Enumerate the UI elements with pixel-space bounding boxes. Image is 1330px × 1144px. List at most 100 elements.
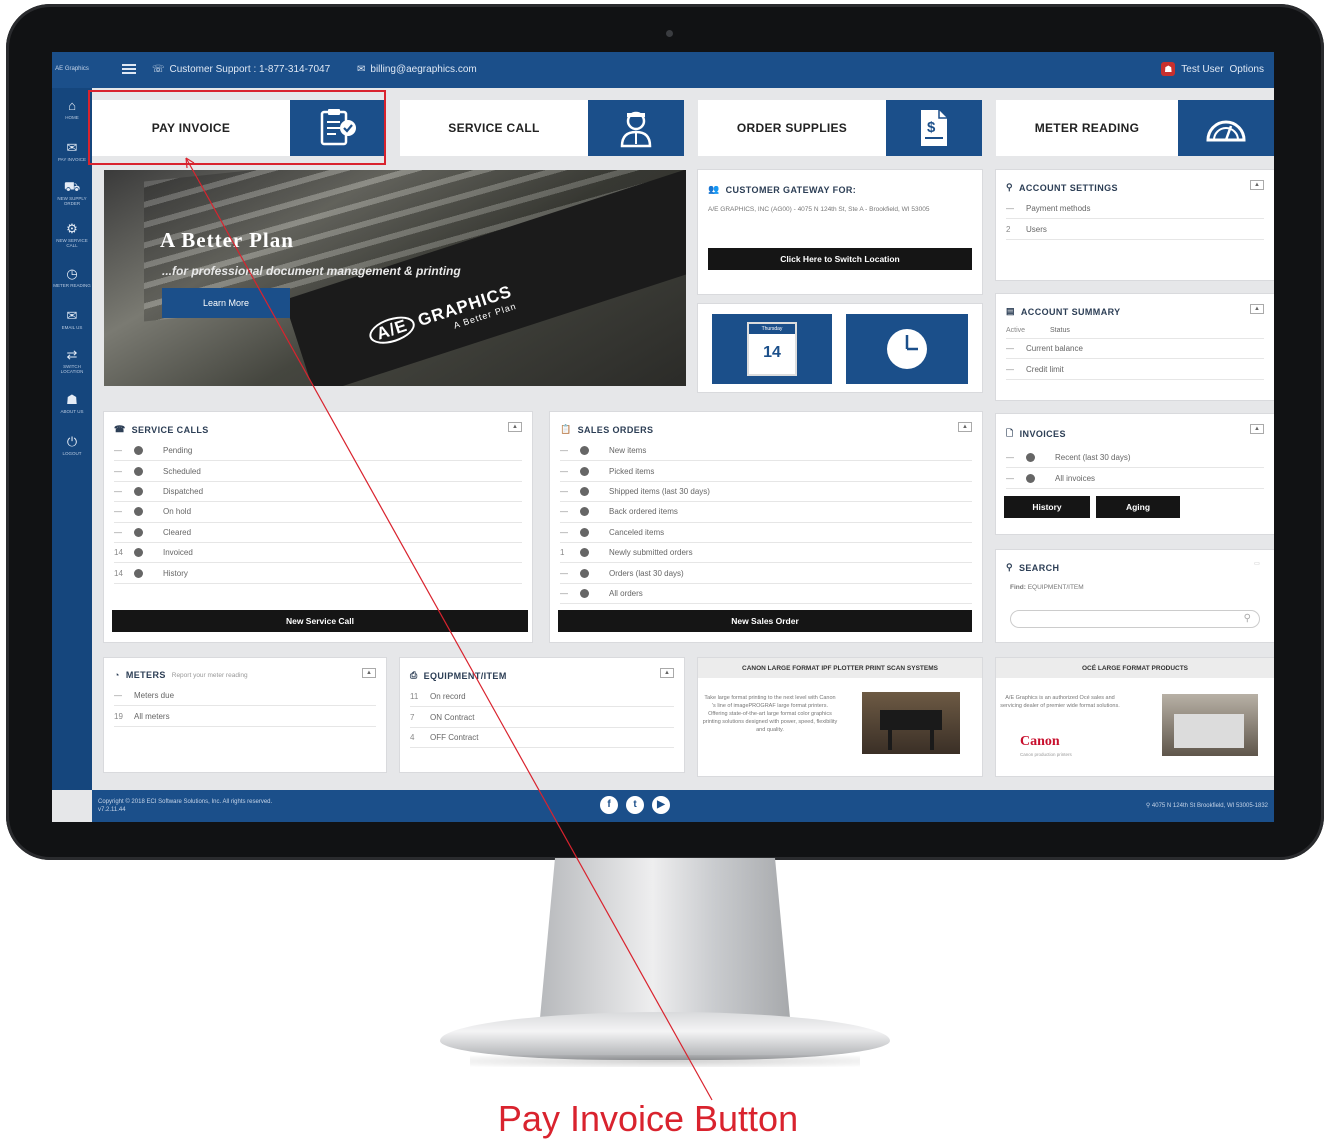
status-dot-icon	[134, 486, 143, 496]
sidebar-item-about-us[interactable]: ☗ ABOUT US	[52, 382, 92, 424]
calendar-widget: Thursday 14	[712, 314, 832, 384]
list-item[interactable]: 11 On record	[410, 687, 674, 708]
list-item[interactable]: — Credit limit	[1006, 359, 1264, 380]
sidebar-item-pay-invoice[interactable]: ✉ PAY INVOICE	[52, 130, 92, 172]
pay-invoice-highlight	[88, 90, 386, 165]
collapse-icon[interactable]: ▲	[362, 668, 376, 678]
status-dot-icon	[134, 507, 143, 517]
canon-promo-title: CANON LARGE FORMAT IPF PLOTTER PRINT SCA…	[698, 658, 982, 678]
list-item[interactable]: 2 Users	[1006, 219, 1264, 240]
invoice-history-button[interactable]: History	[1004, 496, 1090, 518]
list-item[interactable]: — Canceled items	[560, 523, 972, 543]
sidebar-item-logout[interactable]: ⏻ LOGOUT	[52, 424, 92, 466]
search-input[interactable]: ⚲	[1010, 610, 1260, 628]
search-magnifier-icon[interactable]: ⚲	[1244, 613, 1251, 624]
list-item[interactable]: 19 All meters	[114, 706, 376, 727]
sidebar-item-new-supply-order[interactable]: ⛟ NEW SUPPLY ORDER	[52, 172, 92, 214]
users-icon: 👥	[708, 184, 720, 194]
sidebar-item-meter-reading[interactable]: ◷ METER READING	[52, 256, 92, 298]
youtube-icon[interactable]: ▶	[652, 796, 670, 814]
customer-support[interactable]: ☏ Customer Support : 1-877-314-7047	[152, 64, 330, 75]
meter-reading-button[interactable]: METER READING	[996, 100, 1274, 156]
collapse-icon[interactable]: ▲	[1250, 180, 1264, 190]
list-item[interactable]: — Back ordered items	[560, 502, 972, 523]
switch-location-button[interactable]: Click Here to Switch Location	[708, 248, 972, 270]
twitter-icon[interactable]: t	[626, 796, 644, 814]
item-count: —	[1006, 344, 1014, 354]
switch-location-icon: ⇄	[66, 347, 78, 362]
printer-body	[1174, 714, 1244, 748]
list-item[interactable]: — Scheduled	[114, 461, 522, 482]
new-service-call-button[interactable]: New Service Call	[112, 610, 528, 632]
item-count: 19	[114, 711, 123, 721]
canon-promo-panel[interactable]: CANON LARGE FORMAT IPF PLOTTER PRINT SCA…	[698, 658, 982, 776]
oce-promo-panel[interactable]: OCÉ LARGE FORMAT PRODUCTS A/E Graphics i…	[996, 658, 1274, 776]
list-item[interactable]: — Orders (last 30 days)	[560, 563, 972, 584]
options-link[interactable]: Options	[1230, 64, 1264, 75]
item-label: Orders (last 30 days)	[609, 568, 684, 578]
sidebar-item-label: NEW SUPPLY ORDER	[57, 196, 87, 206]
list-item[interactable]: — On hold	[114, 502, 522, 523]
list-item[interactable]: 7 ON Contract	[410, 707, 674, 728]
status-dot-icon	[580, 527, 589, 537]
list-item[interactable]: — All invoices	[1006, 468, 1264, 489]
new-sales-order-button[interactable]: New Sales Order	[558, 610, 972, 632]
clock-widget	[846, 314, 968, 384]
item-count: —	[560, 527, 568, 537]
item-count: —	[114, 466, 122, 476]
item-count: —	[1006, 364, 1014, 374]
item-count: —	[560, 568, 568, 578]
list-item[interactable]: — Cleared	[114, 523, 522, 543]
panel-menu-icon[interactable]: ▭	[1250, 560, 1264, 570]
order-supplies-button[interactable]: ORDER SUPPLIES $	[698, 100, 982, 156]
item-count: —	[1006, 204, 1014, 214]
sidebar-item-switch-location[interactable]: ⇄ SWITCH LOCATION	[52, 340, 92, 382]
list-item[interactable]: — Meters due	[114, 686, 376, 707]
list-item[interactable]: 14 History	[114, 563, 522, 584]
phone-icon: ☏	[152, 64, 165, 75]
list-item[interactable]: — All orders	[560, 584, 972, 605]
service-call-icon: ⚙	[66, 221, 78, 236]
collapse-icon[interactable]: ▲	[958, 422, 972, 432]
service-call-button[interactable]: SERVICE CALL	[400, 100, 684, 156]
list-item[interactable]: — Pending	[114, 441, 522, 462]
list-item[interactable]: — Shipped items (last 30 days)	[560, 482, 972, 503]
clipboard-icon: 📋	[560, 424, 572, 434]
list-item[interactable]: 4 OFF Contract	[410, 728, 674, 749]
status-dot-icon	[580, 466, 589, 476]
list-item[interactable]: 1 Newly submitted orders	[560, 543, 972, 564]
support-email[interactable]: ✉ billing@aegraphics.com	[357, 64, 477, 75]
list-item[interactable]: — Current balance	[1006, 339, 1264, 360]
sidebar-item-email-us[interactable]: ✉ EMAIL US	[52, 298, 92, 340]
sales-orders-header: 📋 SALES ORDERS	[550, 412, 982, 441]
item-count: —	[114, 691, 122, 701]
home-icon: ⌂	[68, 97, 76, 113]
facebook-icon[interactable]: f	[600, 796, 618, 814]
user-avatar-icon: ☗	[1161, 62, 1176, 76]
list-item[interactable]: — Picked items	[560, 461, 972, 482]
user-menu[interactable]: ☗ Test User Options	[1161, 62, 1264, 76]
sidebar-item-new-service-call[interactable]: ⚙ NEW SERVICE CALL	[52, 214, 92, 256]
search-icon: ⚲	[1006, 562, 1013, 572]
list-item[interactable]: 14 Invoiced	[114, 543, 522, 564]
invoice-aging-button[interactable]: Aging	[1096, 496, 1180, 518]
list-item[interactable]: — New items	[560, 441, 972, 462]
logout-icon: ⏻	[66, 433, 78, 449]
clock-icon	[887, 329, 927, 369]
list-item[interactable]: — Payment methods	[1006, 199, 1264, 220]
collapse-icon[interactable]: ▲	[1250, 424, 1264, 434]
item-count: —	[560, 507, 568, 517]
search-find-value[interactable]: EQUIPMENT/ITEM	[1028, 584, 1084, 591]
menu-hamburger-icon[interactable]	[122, 64, 136, 74]
sidebar-item-home[interactable]: ⌂ HOME	[52, 88, 92, 130]
sidebar-item-label: PAY INVOICE	[57, 156, 86, 162]
support-email-text: billing@aegraphics.com	[370, 64, 477, 75]
list-item[interactable]: — Recent (last 30 days)	[1006, 448, 1264, 469]
collapse-icon[interactable]: ▲	[508, 422, 522, 432]
item-label: Cleared	[163, 527, 192, 537]
item-label: Pending	[163, 446, 193, 456]
learn-more-button[interactable]: Learn More	[162, 288, 290, 318]
list-item[interactable]: — Dispatched	[114, 482, 522, 503]
collapse-icon[interactable]: ▲	[660, 668, 674, 678]
collapse-icon[interactable]: ▲	[1250, 304, 1264, 314]
